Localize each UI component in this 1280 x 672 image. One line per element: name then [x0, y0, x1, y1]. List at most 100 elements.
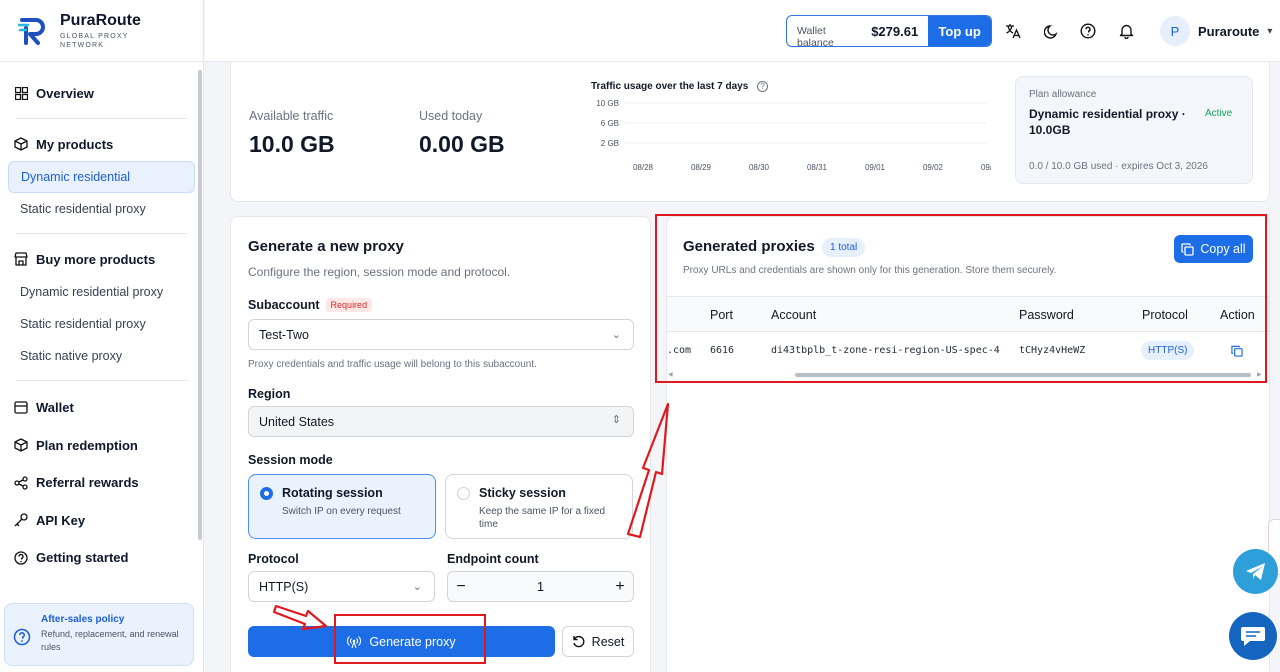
endpoint-count-label: Endpoint count — [447, 552, 539, 566]
share-icon — [14, 476, 28, 490]
reset-label: Reset — [591, 634, 625, 649]
topbar: Wallet balance $279.61 Top up P Purarout… — [205, 0, 1280, 62]
rotating-session-desc: Switch IP on every request — [282, 506, 401, 517]
available-traffic-value: 10.0 GB — [249, 131, 335, 157]
nav-overview[interactable]: Overview — [8, 76, 195, 110]
updown-chevron-icon: ⇕ — [611, 414, 621, 426]
brand-tagline: GLOBAL PROXY NETWORK — [60, 32, 129, 49]
help-icon[interactable] — [1079, 22, 1097, 40]
translate-icon[interactable] — [1004, 22, 1022, 40]
sticky-session-desc: Keep the same IP for a fixed time — [479, 506, 606, 530]
wallet-label: Wallet balance — [797, 25, 834, 47]
chevron-down-icon: ⌄ — [611, 329, 621, 341]
region-value: United States — [259, 415, 335, 429]
divider — [16, 233, 187, 234]
info-icon[interactable]: ? — [757, 81, 769, 92]
y-tick-label: 10 GB — [596, 99, 619, 108]
sidebar-scrollbar[interactable] — [198, 70, 202, 540]
nav-buy-more[interactable]: Buy more products — [8, 242, 195, 276]
policy-description: Refund, replacement, and renewal rules — [41, 629, 179, 652]
generate-subtitle: Configure the region, session mode and p… — [248, 265, 511, 279]
sidebar: PuraRoute GLOBAL PROXY NETWORK Overview … — [0, 0, 204, 672]
endpoint-count-stepper: − 1 + — [447, 571, 634, 602]
sidebar-item-buy-dynamic[interactable]: Dynamic residential proxy — [8, 276, 195, 308]
telegram-icon[interactable] — [1233, 549, 1278, 594]
top-up-button[interactable]: Top up — [928, 16, 991, 46]
plan-allowance-card: Plan allowance Dynamic residential proxy… — [1015, 76, 1253, 184]
protocol-select[interactable]: HTTP(S) ⌄ — [248, 571, 435, 602]
nav-getting-started-label: Getting started — [36, 550, 129, 566]
traffic-stats-card: Available traffic 10.0 GB Used today 0.0… — [230, 62, 1270, 202]
plan-allowance-label: Plan allowance — [1029, 89, 1097, 100]
subaccount-value: Test-Two — [259, 328, 310, 342]
annotation-box-proxies — [655, 214, 1267, 383]
nav-buy-more-label: Buy more products — [36, 251, 156, 267]
session-mode-label: Session mode — [248, 453, 333, 467]
moon-icon[interactable] — [1042, 22, 1060, 40]
user-name: Puraroute — [1198, 23, 1260, 39]
reset-button[interactable]: Reset — [562, 626, 634, 657]
chart-title: Traffic usage over the last 7 days ? — [591, 81, 769, 92]
wallet-balance: Wallet balance $279.61 Top up — [786, 15, 992, 47]
x-tick-label: 09/01 — [865, 163, 886, 172]
annotation-box-generate — [334, 614, 486, 664]
radio-unselected[interactable] — [457, 487, 470, 500]
plan-footer: 0.0 / 10.0 GB used · expires Oct 3, 2026 — [1029, 161, 1208, 172]
sidebar-item-buy-static-native[interactable]: Static native proxy — [8, 340, 195, 372]
brand-logo[interactable]: PuraRoute GLOBAL PROXY NETWORK — [0, 0, 203, 62]
nav-wallet-label: Wallet — [36, 400, 74, 416]
wallet-value: $279.61 — [871, 24, 919, 39]
subaccount-help: Proxy credentials and traffic usage will… — [248, 359, 537, 370]
after-sales-policy-card[interactable]: After-sales policy Refund, replacement, … — [4, 603, 194, 666]
nav-plan-redemption-label: Plan redemption — [36, 437, 138, 453]
radio-selected[interactable] — [260, 487, 273, 500]
status-badge: Active — [1205, 108, 1233, 119]
nav-api-key-label: API Key — [36, 512, 86, 528]
nav-api-key[interactable]: API Key — [8, 502, 195, 540]
region-label: Region — [248, 387, 291, 401]
subaccount-select[interactable]: Test-Two ⌄ — [248, 319, 634, 350]
sidebar-item-buy-static-residential[interactable]: Static residential proxy — [8, 308, 195, 340]
nav-plan-redemption[interactable]: Plan redemption — [8, 427, 195, 465]
x-tick-label: 08/28 — [633, 163, 654, 172]
increment-button[interactable]: + — [607, 578, 633, 596]
user-menu[interactable]: P Puraroute ▾ — [1160, 16, 1272, 46]
nav-referral[interactable]: Referral rewards — [8, 464, 195, 502]
question-icon — [13, 628, 31, 646]
subaccount-label-text: Subaccount — [248, 298, 320, 312]
nav-wallet[interactable]: Wallet — [8, 389, 195, 427]
nav-getting-started[interactable]: Getting started — [8, 539, 195, 577]
protocol-value: HTTP(S) — [259, 580, 309, 594]
plan-title: Dynamic residential proxy · 10.0GB — [1029, 107, 1186, 137]
x-tick-label: 08/29 — [691, 163, 712, 172]
nav-my-products[interactable]: My products — [8, 127, 195, 161]
required-badge: Required — [325, 298, 373, 312]
chevron-down-icon: ⌄ — [412, 581, 422, 593]
sticky-session-option[interactable]: Sticky session Keep the same IP for a fi… — [445, 474, 633, 539]
endpoint-count-value[interactable]: 1 — [474, 579, 607, 594]
region-select[interactable]: United States ⇕ — [248, 406, 634, 437]
bell-icon[interactable] — [1117, 22, 1135, 40]
chat-icon[interactable] — [1229, 612, 1277, 660]
generate-proxy-card: Generate a new proxy Configure the regio… — [230, 216, 651, 672]
used-today-value: 0.00 GB — [419, 131, 505, 157]
divider — [16, 380, 187, 381]
x-tick-label: 08/30 — [749, 163, 770, 172]
x-tick-label: 09/02 — [923, 163, 944, 172]
y-tick-label: 6 GB — [601, 119, 619, 128]
decrement-button[interactable]: − — [448, 578, 474, 596]
traffic-chart: 10 GB 6 GB 2 GB 08/28 08/29 08/30 08/31 09/01 09… — [596, 99, 991, 172]
x-tick-label: 09/03 — [981, 163, 991, 172]
nav-referral-label: Referral rewards — [36, 475, 139, 491]
gift-icon — [14, 438, 28, 452]
grid-icon — [14, 86, 28, 100]
x-tick-label: 08/31 — [807, 163, 828, 172]
divider — [16, 118, 187, 119]
sidebar-item-static-residential[interactable]: Static residential proxy — [8, 193, 195, 225]
subaccount-label: Subaccount Required — [248, 298, 373, 312]
y-tick-label: 2 GB — [601, 139, 619, 148]
rotating-session-title: Rotating session — [282, 486, 383, 500]
sidebar-item-dynamic-residential[interactable]: Dynamic residential — [8, 161, 195, 193]
rotating-session-option[interactable]: Rotating session Switch IP on every requ… — [248, 474, 436, 539]
chart-title-text: Traffic usage over the last 7 days — [591, 81, 749, 92]
